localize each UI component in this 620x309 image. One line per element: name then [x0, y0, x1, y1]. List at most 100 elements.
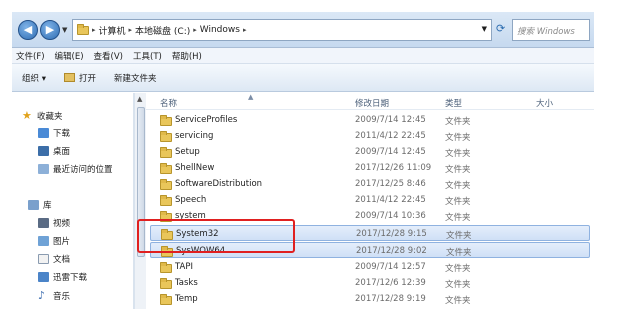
nav-favorites[interactable]: ★ 收藏夹: [22, 109, 63, 122]
library-icon: [28, 200, 39, 210]
nav-label: 最近访问的位置: [53, 165, 113, 175]
nav-label: 迅雷下载: [53, 273, 88, 283]
file-row[interactable]: Temp 2017/12/28 9:19 文件夹: [150, 291, 590, 307]
menu-file[interactable]: 文件(F): [16, 50, 45, 62]
downloads-icon: [38, 128, 49, 138]
menu-edit[interactable]: 编辑(E): [55, 50, 84, 62]
folder-icon: [77, 23, 89, 35]
file-date: 2017/12/26 11:09: [355, 163, 432, 173]
folder-icon: [160, 278, 172, 289]
file-date: 2011/4/12 22:45: [355, 131, 426, 141]
file-name: Setup: [175, 147, 200, 157]
file-row[interactable]: Speech 2011/4/12 22:45 文件夹: [150, 192, 590, 208]
folder-icon: [160, 294, 172, 305]
nav-scrollbar[interactable]: ▲: [134, 93, 146, 309]
nav-videos[interactable]: 视频: [38, 217, 70, 229]
breadcrumb-windows[interactable]: Windows: [200, 25, 240, 35]
file-type: 文件夹: [445, 264, 471, 274]
open-folder-icon: [63, 73, 75, 82]
search-input[interactable]: 搜索 Windows: [512, 19, 590, 41]
menu-help[interactable]: 帮助(H): [172, 50, 202, 62]
explorer-window: ◀ ▶ ▼ ▸ 计算机 ▸ 本地磁盘 (C:) ▸ Windows ▸ ▼ ⟳ …: [12, 12, 594, 309]
nav-label: 收藏夹: [37, 111, 63, 122]
file-name: servicing: [175, 131, 214, 141]
file-date: 2017/12/28 9:15: [356, 229, 427, 239]
nav-label: 下载: [53, 129, 71, 139]
address-field[interactable]: ▸ 计算机 ▸ 本地磁盘 (C:) ▸ Windows ▸ ▼: [72, 19, 492, 41]
file-row[interactable]: ServiceProfiles 2009/7/14 12:45 文件夹: [150, 112, 590, 128]
folder-icon: [160, 179, 172, 190]
column-type[interactable]: 类型: [445, 97, 462, 109]
nav-desktop[interactable]: 桌面: [38, 145, 70, 157]
nav-libraries[interactable]: 库: [28, 199, 52, 211]
file-type: 文件夹: [445, 165, 471, 175]
chevron-right-icon[interactable]: ▸: [243, 26, 247, 34]
file-date: 2017/12/28 9:19: [355, 294, 426, 304]
file-type: 文件夹: [445, 296, 471, 306]
nav-label: 图片: [53, 237, 71, 247]
menu-tools[interactable]: 工具(T): [133, 50, 162, 62]
folder-icon: [160, 163, 172, 174]
recent-places-icon: [38, 164, 49, 174]
nav-pictures[interactable]: 图片: [38, 235, 70, 247]
chevron-right-icon[interactable]: ▸: [193, 26, 197, 34]
nav-label: 桌面: [53, 147, 71, 157]
nav-label: 音乐: [53, 291, 71, 302]
menu-view[interactable]: 查看(V): [94, 50, 123, 62]
file-type: 文件夹: [445, 133, 471, 143]
file-type: 文件夹: [446, 248, 472, 258]
sort-ascending-icon: ▲: [248, 93, 254, 101]
file-name: Tasks: [175, 278, 198, 288]
open-label: 打开: [78, 73, 96, 84]
column-name[interactable]: 名称: [160, 97, 177, 109]
music-note-icon: ♪: [38, 289, 46, 302]
nav-music[interactable]: ♪ 音乐: [38, 289, 70, 302]
organize-button[interactable]: 组织 ▾: [22, 72, 46, 84]
file-type: 文件夹: [446, 231, 472, 241]
nav-downloads[interactable]: 下载: [38, 127, 70, 139]
nav-label: 视频: [53, 219, 71, 229]
back-arrow-icon[interactable]: ◀: [18, 20, 38, 40]
file-type: 文件夹: [445, 213, 471, 223]
folder-icon: [160, 147, 172, 158]
nav-label: 库: [43, 201, 52, 211]
open-button[interactable]: 打开: [63, 72, 96, 84]
pictures-icon: [38, 236, 49, 246]
nav-label: 文档: [53, 255, 71, 265]
recent-pages-chevron-icon[interactable]: ▼: [62, 26, 67, 34]
address-dropdown-icon[interactable]: ▼: [482, 25, 487, 33]
file-type: 文件夹: [445, 117, 471, 127]
nav-xunlei-downloads[interactable]: 迅雷下载: [38, 271, 87, 283]
breadcrumb-local-disk[interactable]: 本地磁盘 (C:): [135, 24, 190, 37]
file-date: 2009/7/14 12:45: [355, 115, 426, 125]
forward-arrow-icon[interactable]: ▶: [40, 20, 60, 40]
folder-icon: [160, 195, 172, 206]
file-row[interactable]: Tasks 2017/12/6 12:39 文件夹: [150, 275, 590, 291]
command-bar: 组织 ▾ 打开 新建文件夹: [12, 64, 594, 92]
breadcrumb-computer[interactable]: 计算机: [99, 24, 126, 37]
file-row[interactable]: Setup 2009/7/14 12:45 文件夹: [150, 144, 590, 160]
file-row[interactable]: servicing 2011/4/12 22:45 文件夹: [150, 128, 590, 144]
file-date: 2009/7/14 12:45: [355, 147, 426, 157]
column-date[interactable]: 修改日期: [355, 97, 389, 109]
refresh-icon[interactable]: ⟳: [496, 22, 510, 36]
file-date: 2009/7/14 10:36: [355, 211, 426, 221]
video-icon: [38, 218, 49, 228]
file-row[interactable]: ShellNew 2017/12/26 11:09 文件夹: [150, 160, 590, 176]
file-date: 2017/12/25 8:46: [355, 179, 426, 189]
chevron-right-icon[interactable]: ▸: [92, 26, 96, 34]
file-date: 2011/4/12 22:45: [355, 195, 426, 205]
scroll-up-icon[interactable]: ▲: [137, 95, 142, 103]
menu-bar: 文件(F) 编辑(E) 查看(V) 工具(T) 帮助(H): [12, 48, 594, 64]
nav-recent[interactable]: 最近访问的位置: [38, 163, 113, 175]
folder-icon: [160, 131, 172, 142]
highlight-annotation-box: [137, 219, 295, 253]
file-name: Speech: [175, 195, 207, 205]
nav-documents[interactable]: 文档: [38, 253, 70, 265]
file-row[interactable]: SoftwareDistribution 2017/12/25 8:46 文件夹: [150, 176, 590, 192]
column-size[interactable]: 大小: [536, 97, 553, 109]
file-date: 2017/12/28 9:02: [356, 246, 427, 256]
chevron-right-icon[interactable]: ▸: [129, 26, 133, 34]
new-folder-button[interactable]: 新建文件夹: [114, 72, 157, 84]
file-row[interactable]: TAPI 2009/7/14 12:57 文件夹: [150, 259, 590, 275]
